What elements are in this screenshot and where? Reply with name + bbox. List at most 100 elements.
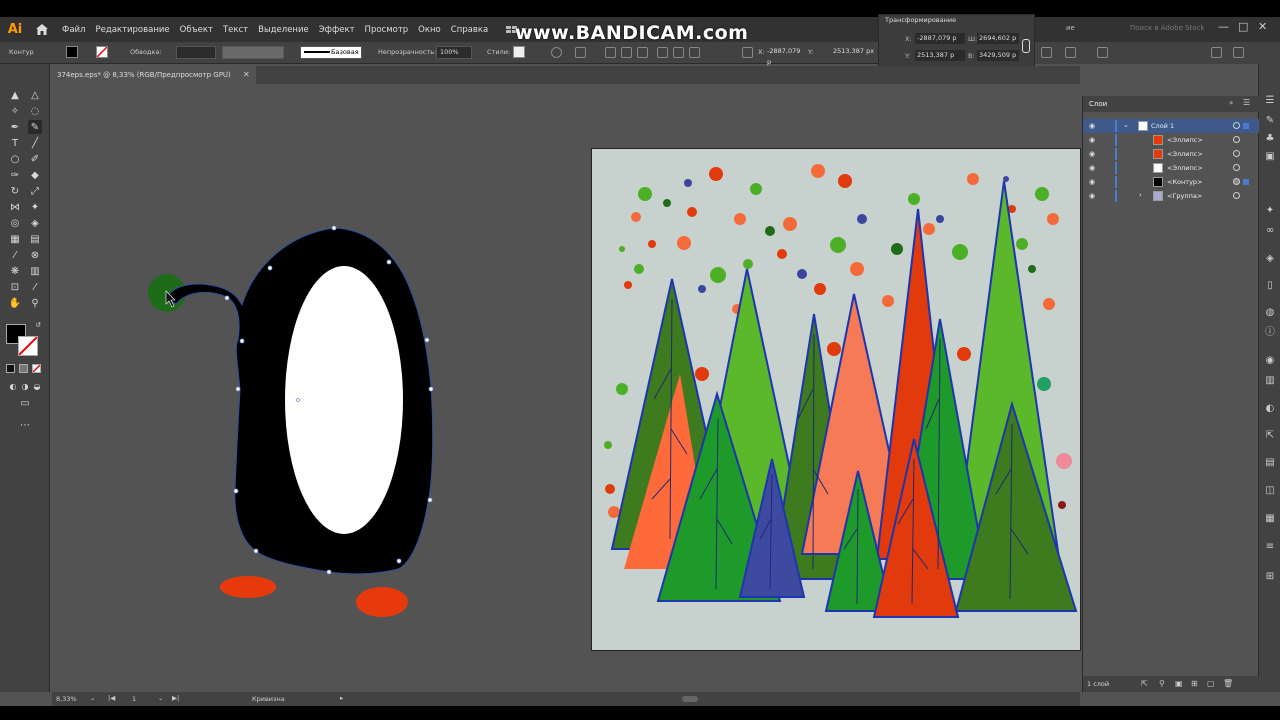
shaper-tool-icon[interactable]: ✑: [8, 168, 22, 182]
graphic-style-swatch[interactable]: [513, 46, 525, 58]
color-mode-icon[interactable]: [6, 364, 15, 373]
swap-colors-icon[interactable]: ↺: [34, 321, 42, 329]
width-tool-icon[interactable]: ⋈: [8, 200, 22, 214]
layer-row-ellipse[interactable]: ◉ <Эллипс>: [1083, 133, 1259, 147]
layer-name[interactable]: <Контур>: [1167, 178, 1203, 186]
gradient-tool-icon[interactable]: ▤: [28, 232, 42, 246]
minimize-icon[interactable]: —: [1218, 20, 1229, 33]
selection-square-icon[interactable]: [1243, 123, 1249, 129]
artboard-tool-icon[interactable]: ⊡: [8, 280, 22, 294]
layer-name[interactable]: <Эллипс>: [1167, 136, 1203, 144]
color-guide-icon[interactable]: ◍: [1264, 306, 1276, 318]
zoom-field[interactable]: 8,33%: [56, 695, 77, 703]
menu-edit[interactable]: Редактирование: [95, 25, 169, 35]
lasso-tool-icon[interactable]: ◌: [28, 104, 42, 118]
arrange-icon[interactable]: [1065, 47, 1076, 58]
layer-name[interactable]: <Эллипс>: [1167, 164, 1203, 172]
target-circle-icon[interactable]: [1233, 192, 1240, 199]
menu-help[interactable]: Справка: [451, 25, 488, 35]
variable-width-profile[interactable]: [222, 46, 284, 59]
document-info-icon[interactable]: ▯: [1264, 279, 1276, 291]
curvature-tool-icon[interactable]: ✎: [28, 120, 42, 134]
slice-tool-icon[interactable]: ⁄: [28, 280, 42, 294]
target-circle-icon[interactable]: [1233, 178, 1240, 185]
align-panel-icon[interactable]: ▤: [1264, 456, 1276, 468]
brushes-icon[interactable]: ✎: [1264, 114, 1276, 126]
visibility-eye-icon[interactable]: ◉: [1089, 178, 1097, 186]
new-sublayer-icon[interactable]: ⊞: [1191, 679, 1198, 688]
penguin-right-foot[interactable]: [356, 587, 408, 617]
layer-row-group[interactable]: ◉ › <Группа>: [1083, 189, 1259, 203]
align-center-icon[interactable]: [621, 47, 632, 58]
recolor-icon[interactable]: [551, 47, 562, 58]
properties-icon[interactable]: ☰: [1264, 94, 1276, 106]
rotate-tool-icon[interactable]: ↻: [8, 184, 22, 198]
menu-type[interactable]: Текст: [223, 25, 248, 35]
transform-w-field[interactable]: 2694,602 p: [977, 33, 1019, 44]
close-window-icon[interactable]: ✕: [1258, 20, 1267, 33]
selection-tool-icon[interactable]: ▲: [8, 88, 22, 102]
x-field[interactable]: -2887,079 p: [764, 46, 806, 66]
expand-chevron-icon[interactable]: ⌄: [1123, 121, 1129, 129]
pathfinder-icon[interactable]: ◫: [1264, 484, 1276, 496]
transform-y-field[interactable]: 2513,387 p: [915, 50, 965, 61]
link-proportions-icon[interactable]: [1022, 39, 1030, 53]
eyedropper-icon[interactable]: ⁄: [8, 248, 22, 262]
status-menu-icon[interactable]: ▸: [340, 694, 343, 702]
document-tab[interactable]: 374eps.eps* @ 8,33% (RGB/Предпросмотр GP…: [52, 66, 256, 84]
zoom-dropdown-icon[interactable]: ⌄: [90, 694, 95, 702]
layer-row-ellipse[interactable]: ◉ <Эллипс>: [1083, 147, 1259, 161]
export-icon[interactable]: ⇱: [1264, 429, 1276, 441]
eraser-tool-icon[interactable]: ◆: [28, 168, 42, 182]
gradient-panel-icon[interactable]: ◐: [1264, 402, 1276, 414]
live-paint-icon[interactable]: ◈: [28, 216, 42, 230]
edit-toolbar-icon[interactable]: ⋯: [18, 418, 32, 432]
menu-view[interactable]: Просмотр: [365, 25, 409, 35]
artboards-icon[interactable]: ▣: [1264, 150, 1276, 162]
gradient-mode-icon[interactable]: [19, 364, 28, 373]
panel-toggle-icon[interactable]: [1211, 47, 1222, 58]
align-selection-icon[interactable]: [575, 47, 586, 58]
align-left-icon[interactable]: [605, 47, 616, 58]
pen-tool-icon[interactable]: ✒: [8, 120, 22, 134]
close-tab-icon[interactable]: ✕: [243, 66, 250, 84]
new-layer-icon[interactable]: ▢: [1207, 679, 1215, 688]
prev-artboard-icon[interactable]: |◀: [108, 694, 115, 702]
expand-chevron-icon[interactable]: ›: [1139, 191, 1142, 199]
stroke-panel-icon[interactable]: ≡: [1264, 540, 1276, 552]
y-field[interactable]: 2513,387 px: [830, 46, 876, 59]
graphic-styles-icon[interactable]: ✦: [1264, 204, 1276, 216]
reference-point-icon[interactable]: [742, 47, 753, 58]
perspective-grid-icon[interactable]: ▦: [8, 232, 22, 246]
visibility-eye-icon[interactable]: ◉: [1089, 136, 1097, 144]
collect-export-icon[interactable]: ⇱: [1141, 679, 1148, 688]
draw-inside-icon[interactable]: ◒: [30, 379, 44, 393]
opacity-field[interactable]: 100%: [436, 46, 472, 59]
type-tool-icon[interactable]: T: [8, 136, 22, 150]
screen-mode-icon[interactable]: ▭: [18, 396, 32, 410]
stroke-weight-field[interactable]: [176, 46, 216, 59]
visibility-eye-icon[interactable]: ◉: [1089, 150, 1097, 158]
layers-icon[interactable]: ◈: [1264, 252, 1276, 264]
transform-panel-icon[interactable]: ▥: [1264, 374, 1276, 386]
target-circle-icon[interactable]: [1233, 150, 1240, 157]
stock-search-input[interactable]: Поиск в Adobe Stock: [1130, 24, 1205, 32]
artboard-dropdown-icon[interactable]: ⌄: [158, 694, 163, 702]
symbols-icon[interactable]: ♣: [1264, 132, 1276, 144]
panel-menu-icon[interactable]: ☰: [1243, 98, 1250, 107]
navigator-icon[interactable]: ⊞: [1264, 570, 1276, 582]
maximize-icon[interactable]: □: [1238, 20, 1248, 33]
horizontal-scrollbar[interactable]: [682, 696, 698, 702]
layers-title[interactable]: Слои: [1089, 100, 1107, 108]
info-icon[interactable]: ⓘ: [1264, 324, 1276, 338]
selection-square-icon[interactable]: [1243, 179, 1249, 185]
graph-tool-icon[interactable]: ▥: [28, 264, 42, 278]
menu-object[interactable]: Объект: [180, 25, 213, 35]
layer-name[interactable]: <Эллипс>: [1167, 150, 1203, 158]
quick-actions-icon[interactable]: [1233, 47, 1244, 58]
next-artboard-icon[interactable]: ▶|: [172, 694, 179, 702]
blend-tool-icon[interactable]: ⊗: [28, 248, 42, 262]
visibility-eye-icon[interactable]: ◉: [1089, 164, 1097, 172]
layer-row-ellipse[interactable]: ◉ <Эллипс>: [1083, 161, 1259, 175]
penguin-left-foot[interactable]: [220, 576, 276, 598]
